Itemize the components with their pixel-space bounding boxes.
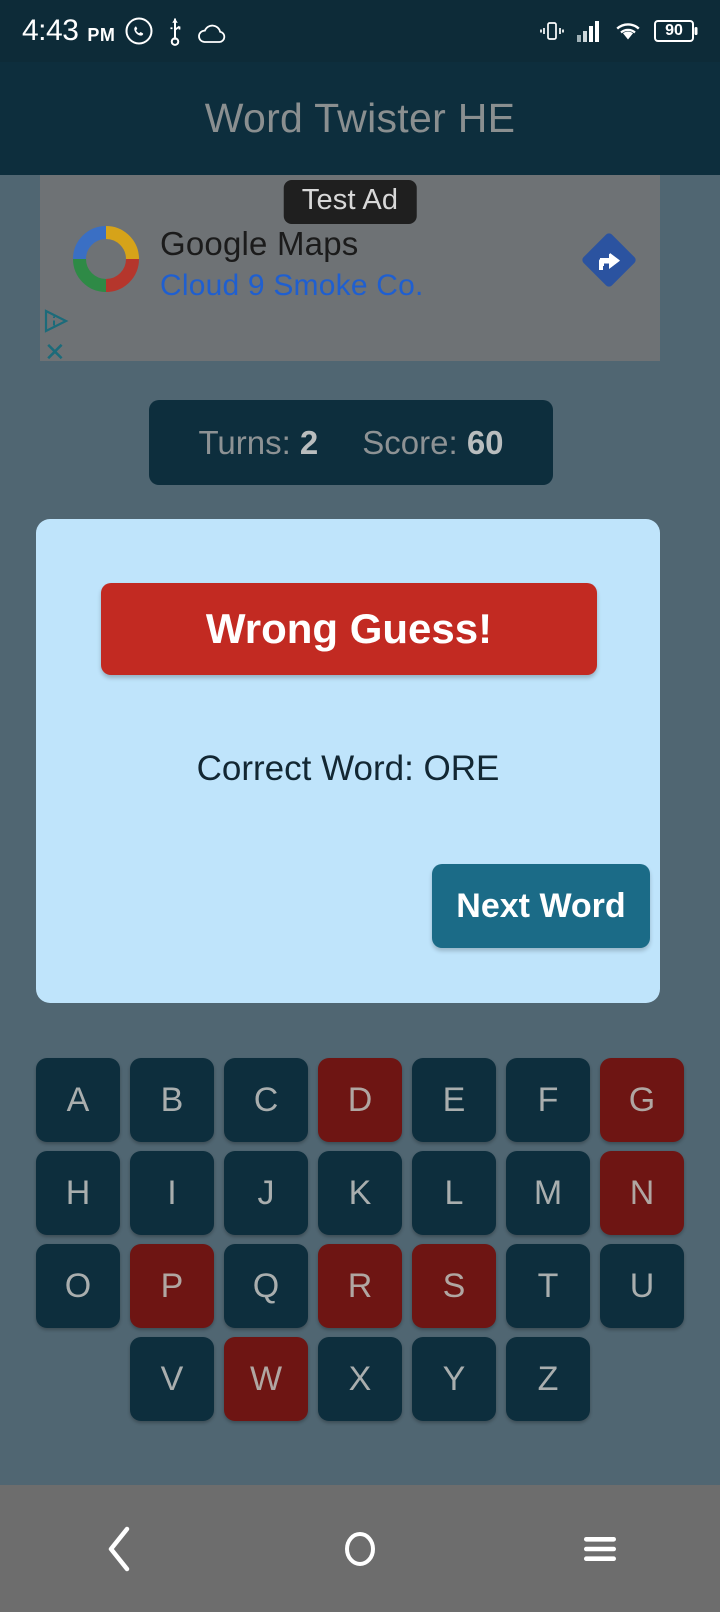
status-time: 4:43: [22, 14, 79, 47]
score-value: 60: [466, 423, 504, 461]
score-label: Score:: [362, 423, 458, 461]
status-bar-left: 4:43 PM: [22, 16, 539, 46]
google-maps-ring-icon: [70, 223, 142, 295]
key-f[interactable]: F: [506, 1058, 590, 1142]
key-j[interactable]: J: [224, 1151, 308, 1235]
key-row: HIJKLMN: [0, 1151, 720, 1235]
key-y[interactable]: Y: [412, 1337, 496, 1421]
vibrate-icon: [539, 18, 565, 44]
score-readout: Score: 60: [362, 424, 503, 462]
battery-icon: 90: [654, 19, 698, 43]
app-bar: Word Twister HE: [0, 62, 720, 175]
recents-menu-icon[interactable]: [540, 1504, 660, 1594]
turns-label: Turns:: [198, 423, 291, 461]
ad-banner[interactable]: Test Ad Google Maps Cloud 9 Smoke Co. ✕: [40, 175, 660, 365]
key-b[interactable]: B: [130, 1058, 214, 1142]
key-z[interactable]: Z: [506, 1337, 590, 1421]
key-o[interactable]: O: [36, 1244, 120, 1328]
key-row: OPQRSTU: [0, 1244, 720, 1328]
wifi-icon: [613, 19, 643, 43]
result-banner: Wrong Guess!: [101, 583, 597, 675]
key-row: VWXYZ: [0, 1337, 720, 1421]
system-nav-bar: [0, 1485, 720, 1612]
signal-icon: [576, 19, 602, 43]
turns-readout: Turns: 2: [198, 424, 318, 462]
key-c[interactable]: C: [224, 1058, 308, 1142]
key-d[interactable]: D: [318, 1058, 402, 1142]
key-v[interactable]: V: [130, 1337, 214, 1421]
battery-level: 90: [665, 22, 683, 39]
cloud-icon: [196, 22, 228, 46]
ad-headline: Google Maps: [160, 225, 359, 262]
ad-advertiser[interactable]: Cloud 9 Smoke Co.: [160, 269, 424, 303]
ad-close-icon[interactable]: ✕: [44, 339, 66, 365]
back-chevron-icon[interactable]: [60, 1504, 180, 1594]
key-g[interactable]: G: [600, 1058, 684, 1142]
status-bar: 4:43 PM 90: [0, 0, 720, 62]
key-q[interactable]: Q: [224, 1244, 308, 1328]
home-circle-icon[interactable]: [300, 1504, 420, 1594]
key-e[interactable]: E: [412, 1058, 496, 1142]
key-x[interactable]: X: [318, 1337, 402, 1421]
key-t[interactable]: T: [506, 1244, 590, 1328]
whatsapp-icon: [124, 16, 154, 46]
next-word-button[interactable]: Next Word: [432, 864, 650, 948]
score-bar: Turns: 2 Score: 60: [149, 400, 553, 485]
key-k[interactable]: K: [318, 1151, 402, 1235]
key-m[interactable]: M: [506, 1151, 590, 1235]
key-a[interactable]: A: [36, 1058, 120, 1142]
key-s[interactable]: S: [412, 1244, 496, 1328]
key-i[interactable]: I: [130, 1151, 214, 1235]
page-title: Word Twister HE: [204, 95, 516, 141]
correct-word-text: Correct Word: ORE: [196, 749, 500, 788]
adchoices-icon[interactable]: [44, 309, 74, 335]
key-h[interactable]: H: [36, 1151, 120, 1235]
status-ampm: PM: [87, 25, 116, 45]
key-u[interactable]: U: [600, 1244, 684, 1328]
usb-icon: [163, 16, 187, 46]
phone-screen: 4:43 PM 90 Word Twister HE Test Ad Googl…: [0, 0, 720, 1612]
key-l[interactable]: L: [412, 1151, 496, 1235]
navigation-arrow-icon[interactable]: [576, 227, 642, 293]
key-row: ABCDEFG: [0, 1058, 720, 1142]
result-dialog: Wrong Guess! Correct Word: ORE Next Word: [36, 519, 660, 1003]
letter-keyboard: ABCDEFG HIJKLMN OPQRSTU VWXYZ: [0, 1058, 720, 1430]
turns-value: 2: [299, 423, 319, 461]
key-n[interactable]: N: [600, 1151, 684, 1235]
status-bar-right: 90: [539, 18, 698, 44]
key-r[interactable]: R: [318, 1244, 402, 1328]
key-w[interactable]: W: [224, 1337, 308, 1421]
test-ad-badge: Test Ad: [283, 180, 417, 224]
key-p[interactable]: P: [130, 1244, 214, 1328]
